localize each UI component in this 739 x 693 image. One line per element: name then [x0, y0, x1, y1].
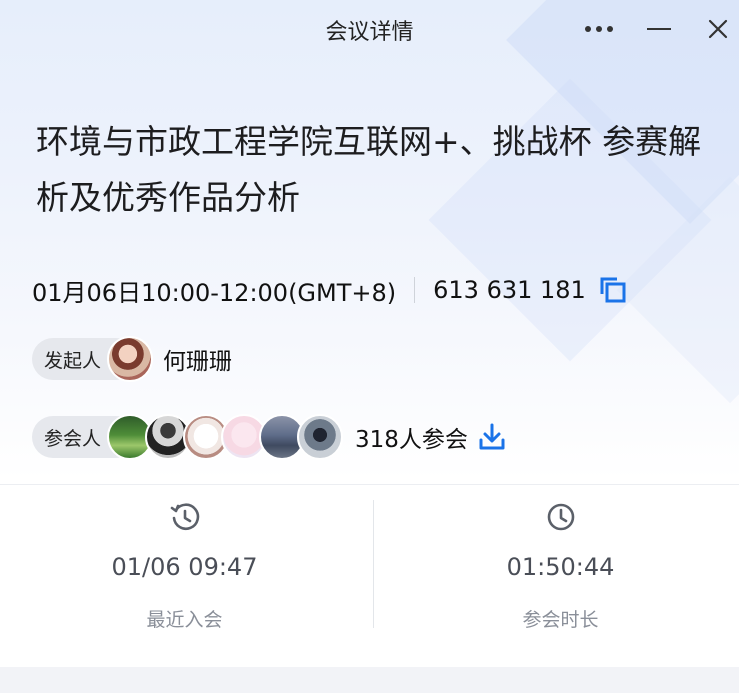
host-row: 发起人 何珊珊 [32, 336, 232, 382]
clock-icon [547, 503, 574, 531]
participant-avatars[interactable] [107, 414, 344, 460]
copy-id-button[interactable] [598, 275, 628, 305]
bottom-band [0, 667, 739, 693]
meeting-info-row: 01月06日10:00-12:00(GMT+8) 613 631 181 [32, 270, 628, 310]
title-bar: 会议详情 [0, 0, 739, 58]
host-name: 何珊珊 [163, 349, 233, 375]
download-list-button[interactable] [476, 421, 508, 453]
recent-join-label: 最近入会 [146, 609, 223, 631]
participants-row: 参会人 318人参会 [32, 414, 508, 460]
recent-join-stat: 01/06 09:47 最近入会 [0, 485, 369, 667]
window-title: 会议详情 [325, 20, 414, 45]
more-button[interactable] [581, 12, 617, 46]
host-avatar[interactable] [107, 336, 154, 382]
more-icon [585, 26, 613, 32]
close-icon [708, 19, 728, 39]
meeting-time: 01月06日10:00-12:00(GMT+8) [32, 278, 397, 307]
info-divider [414, 277, 416, 303]
minimize-icon [647, 28, 671, 30]
duration-stat: 01:50:44 参会时长 [376, 485, 739, 667]
stats-divider [373, 500, 374, 628]
header-area [0, 0, 739, 480]
stats-panel: 01/06 09:47 最近入会 01:50:44 参会时长 [0, 484, 739, 667]
close-button[interactable] [700, 12, 736, 46]
copy-icon [600, 277, 626, 303]
history-icon [170, 503, 199, 531]
meeting-title: 环境与市政工程学院互联网+、挑战杯 参赛解析及优秀作品分析 [36, 122, 702, 217]
recent-join-value: 01/06 09:47 [111, 553, 258, 581]
duration-value: 01:50:44 [506, 553, 615, 581]
download-icon [479, 423, 505, 450]
participant-count: 318人参会 [355, 427, 468, 453]
meeting-id: 613 631 181 [433, 276, 586, 304]
minimize-button[interactable] [641, 12, 677, 46]
avatar[interactable] [297, 414, 344, 460]
duration-label: 参会时长 [522, 609, 599, 631]
